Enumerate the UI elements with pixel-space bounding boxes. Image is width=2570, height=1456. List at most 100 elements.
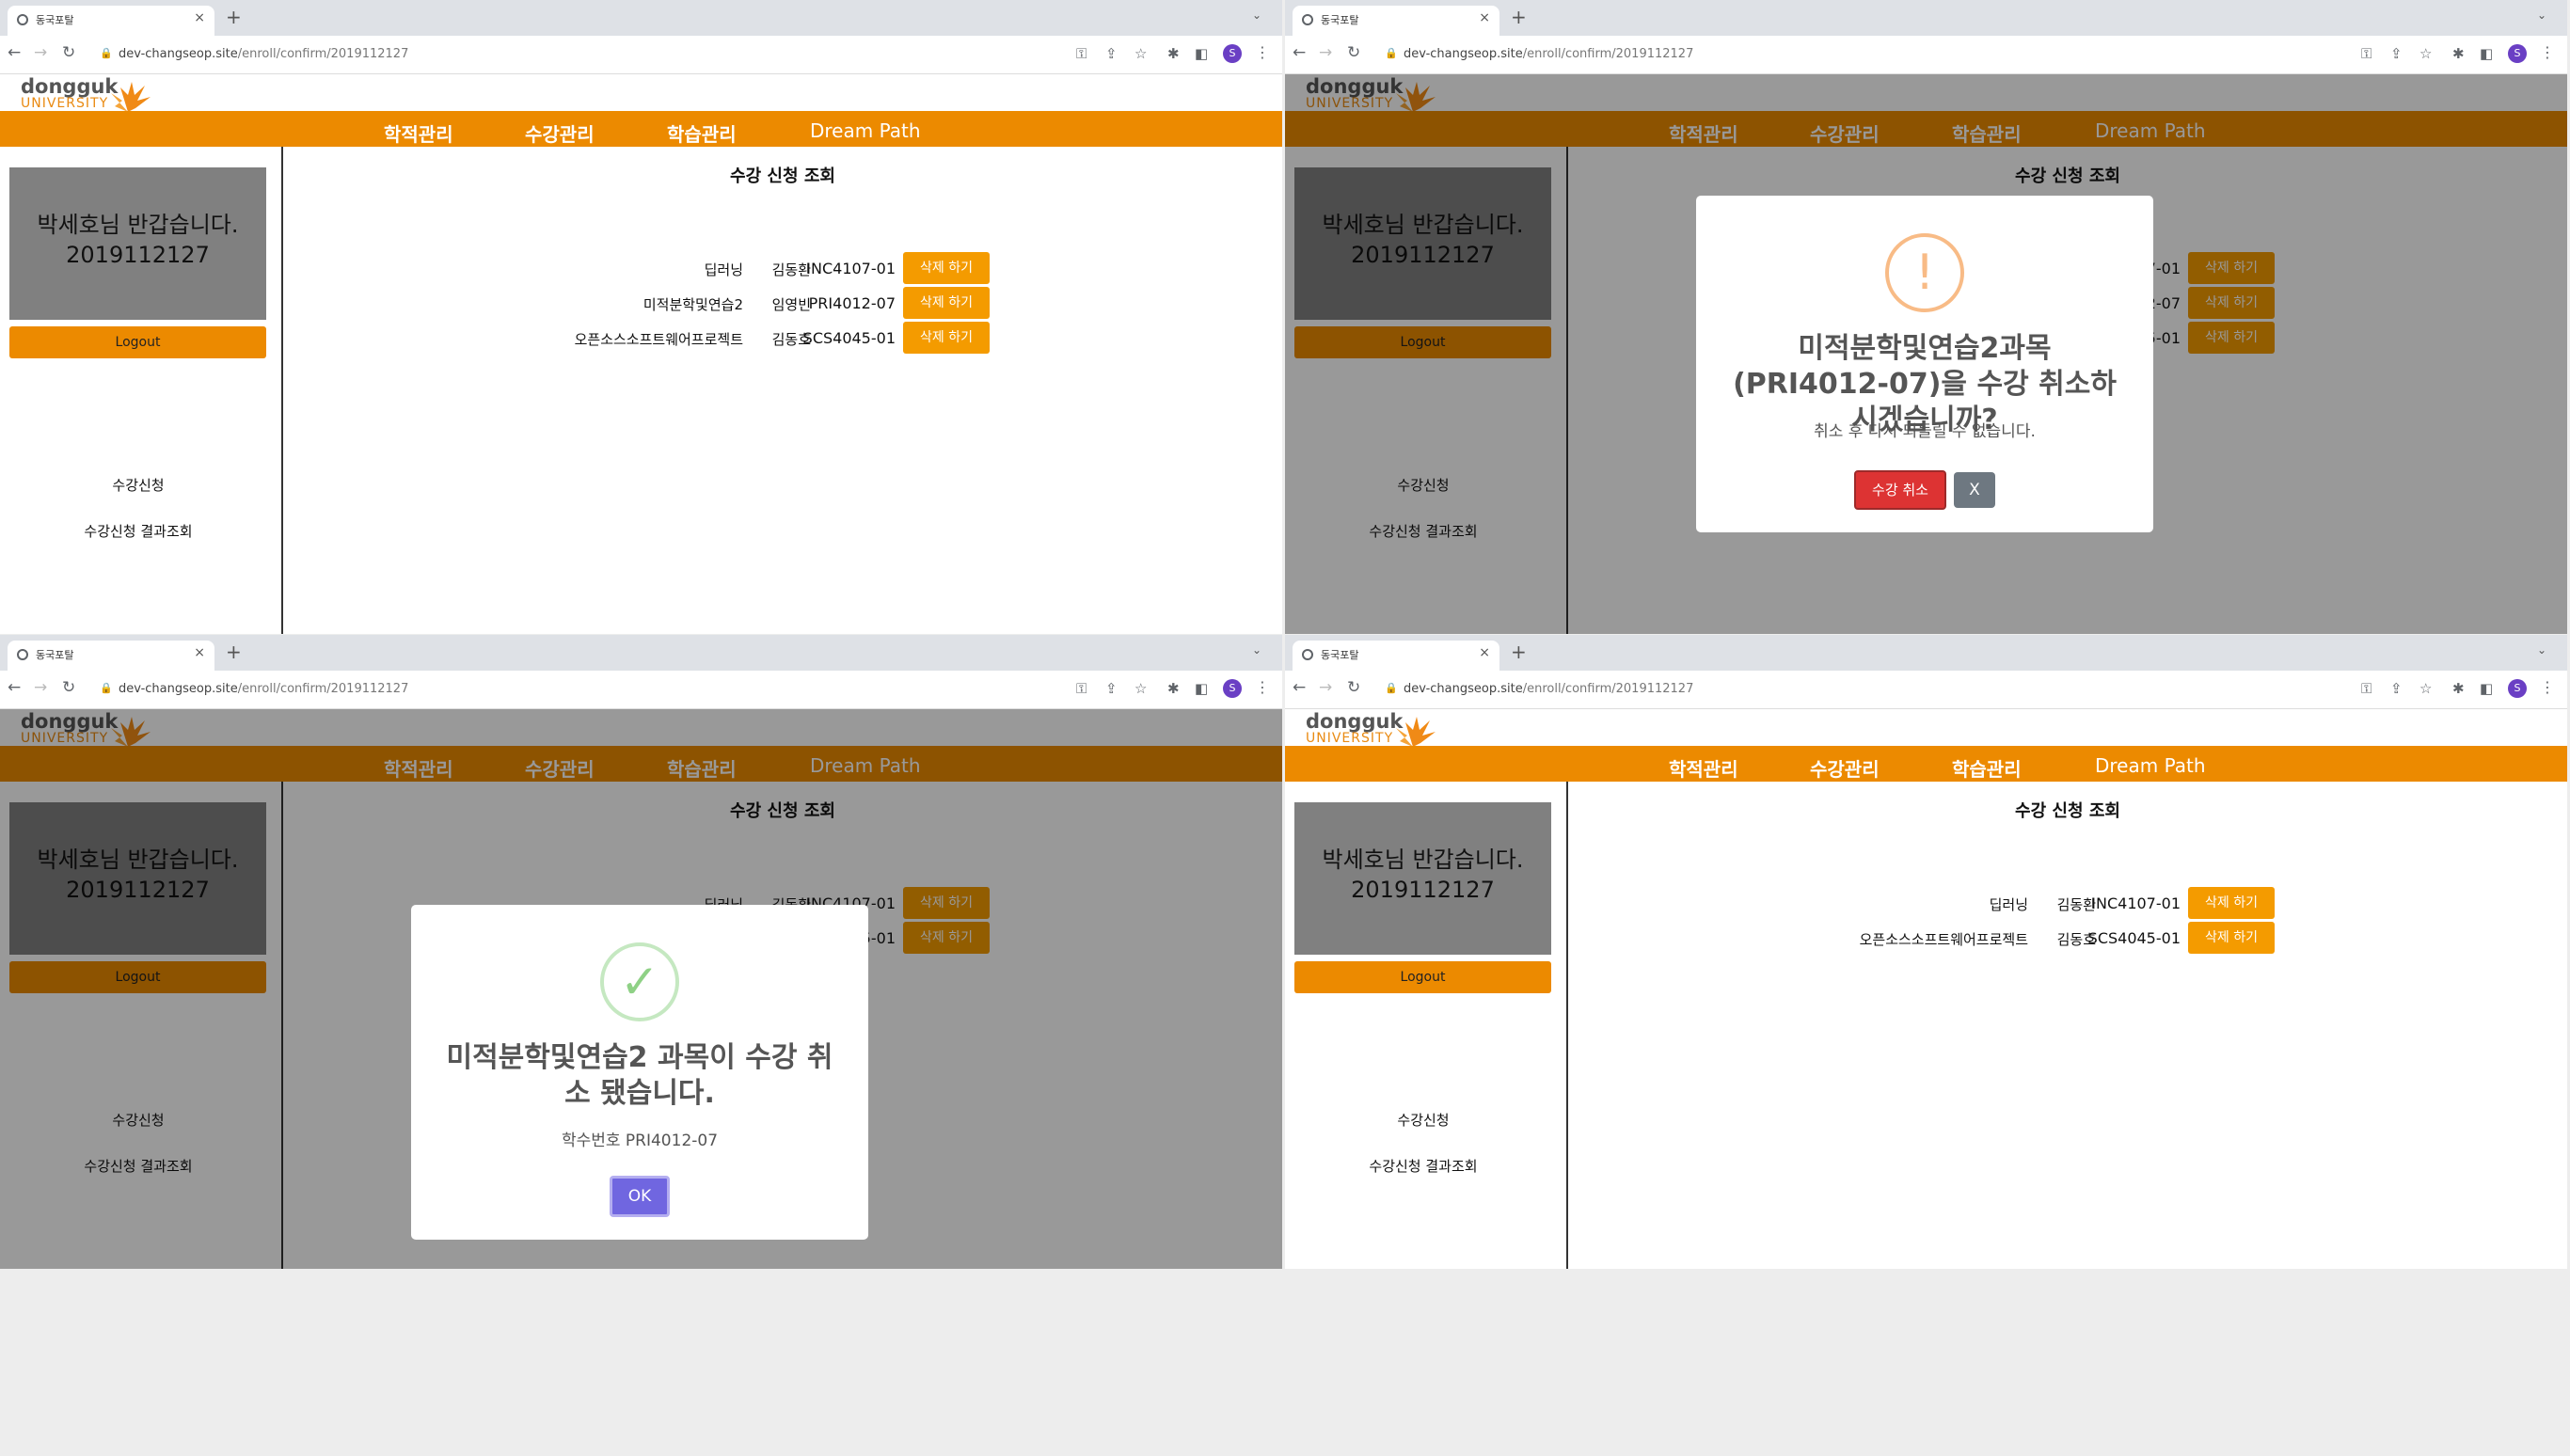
new-tab-button[interactable]: + [226, 6, 242, 28]
menu-dots-icon[interactable]: ⋮ [2540, 43, 2555, 61]
sidebar-item-enroll-results[interactable]: 수강신청 결과조회 [1285, 1156, 1562, 1176]
delete-course-button[interactable]: 삭제 하기 [2188, 887, 2275, 919]
delete-course-button[interactable]: 삭제 하기 [2188, 922, 2275, 954]
logout-button[interactable]: Logout [1294, 961, 1551, 993]
ok-button[interactable]: OK [610, 1176, 670, 1217]
sidepanel-icon[interactable]: ◧ [1195, 45, 1208, 62]
lock-icon[interactable]: 🔒 [1385, 47, 1398, 59]
share-icon[interactable]: ⇪ [1105, 45, 1118, 62]
reload-icon[interactable]: ↻ [62, 678, 75, 697]
browser-tab[interactable]: 동국포탈 × [1293, 641, 1499, 671]
new-tab-button[interactable]: + [226, 641, 242, 663]
back-icon[interactable]: ← [1293, 43, 1306, 62]
star-icon[interactable]: ☆ [2419, 45, 2432, 62]
address-bar[interactable]: 🔒 dev-changseop.site/enroll/confirm/2019… [90, 676, 1031, 703]
browser-toolbar: ← → ↻ 🔒 dev-changseop.site/enroll/confir… [1285, 671, 2567, 709]
confirm-cancel-course-button[interactable]: 수강 취소 [1854, 470, 1946, 510]
nav-course-management[interactable]: 수강관리 [1810, 754, 1880, 782]
nav-academic-records[interactable]: 학적관리 [1669, 754, 1738, 782]
nav-learning-management[interactable]: 학습관리 [667, 119, 737, 147]
globe-icon [1302, 649, 1313, 660]
new-tab-button[interactable]: + [1511, 6, 1527, 28]
chevron-down-icon[interactable]: ⌄ [1252, 8, 1261, 22]
sidebar-item-enroll-results[interactable]: 수강신청 결과조회 [0, 521, 277, 541]
course-code: PRI4012-07 [808, 294, 896, 312]
back-icon[interactable]: ← [8, 43, 21, 62]
browser-toolbar: ← → ↻ 🔒 dev-changseop.site/enroll/confir… [0, 36, 1282, 74]
course-name: 오픈소스소프트웨어프로젝트 [1859, 931, 2028, 948]
extensions-icon[interactable]: ✱ [1167, 45, 1180, 62]
course-code: SCS4045-01 [2087, 929, 2181, 947]
key-icon[interactable]: ⚿ [2361, 45, 2372, 62]
lock-icon[interactable]: 🔒 [100, 682, 113, 694]
nav-learning-management[interactable]: 학습관리 [1952, 754, 2022, 782]
star-icon[interactable]: ☆ [2419, 680, 2432, 697]
address-bar[interactable]: 🔒 dev-changseop.site/enroll/confirm/2019… [1375, 676, 2316, 703]
globe-icon [17, 649, 28, 660]
browser-tab[interactable]: 동국포탈 × [1293, 6, 1499, 36]
tab-close-icon[interactable]: × [194, 645, 205, 660]
extensions-icon[interactable]: ✱ [2452, 45, 2465, 62]
forward-icon[interactable]: → [34, 43, 47, 62]
forward-icon[interactable]: → [34, 678, 47, 697]
logout-button[interactable]: Logout [9, 326, 266, 358]
nav-academic-records[interactable]: 학적관리 [384, 119, 453, 147]
menu-dots-icon[interactable]: ⋮ [2540, 678, 2555, 696]
key-icon[interactable]: ⚿ [1076, 45, 1087, 62]
reload-icon[interactable]: ↻ [62, 43, 75, 62]
extensions-icon[interactable]: ✱ [2452, 680, 2465, 697]
delete-course-button[interactable]: 삭제 하기 [903, 252, 990, 284]
share-icon[interactable]: ⇪ [1105, 680, 1118, 697]
sidepanel-icon[interactable]: ◧ [2480, 45, 2493, 62]
nav-dream-path[interactable]: Dream Path [2095, 754, 2206, 777]
new-tab-button[interactable]: + [1511, 641, 1527, 663]
sidepanel-icon[interactable]: ◧ [1195, 680, 1208, 697]
lock-icon[interactable]: 🔒 [100, 47, 113, 59]
tab-bar: 동국포탈 × + ⌄ [1285, 0, 2567, 36]
reload-icon[interactable]: ↻ [1347, 678, 1360, 697]
dialog-title: 미적분학및연습2 과목이 수강 취소 됐습니다. [446, 1041, 833, 1110]
menu-dots-icon[interactable]: ⋮ [1255, 43, 1270, 61]
chevron-down-icon[interactable]: ⌄ [2537, 8, 2546, 22]
star-icon[interactable]: ☆ [1134, 45, 1147, 62]
tab-close-icon[interactable]: × [1479, 10, 1490, 25]
share-icon[interactable]: ⇪ [2390, 45, 2403, 62]
star-icon[interactable]: ☆ [1134, 680, 1147, 697]
main-content: 수강 신청 조회 딥러닝 김동환 INC4107-01 삭제 하기 미적분학및연… [283, 147, 1282, 634]
key-icon[interactable]: ⚿ [1076, 680, 1087, 697]
profile-avatar[interactable]: S [2508, 44, 2527, 63]
menu-dots-icon[interactable]: ⋮ [1255, 678, 1270, 696]
address-bar[interactable]: 🔒 dev-changseop.site/enroll/confirm/2019… [1375, 41, 2316, 68]
forward-icon[interactable]: → [1319, 678, 1332, 697]
nav-course-management[interactable]: 수강관리 [525, 119, 595, 147]
dongguk-logo[interactable]: dongguk UNIVERSITY [1306, 711, 1436, 747]
share-icon[interactable]: ⇪ [2390, 680, 2403, 697]
back-icon[interactable]: ← [1293, 678, 1306, 697]
sidebar-item-enroll[interactable]: 수강신청 [0, 475, 277, 495]
delete-course-button[interactable]: 삭제 하기 [903, 322, 990, 354]
sidebar-item-enroll[interactable]: 수강신청 [1285, 1110, 1562, 1130]
dongguk-logo[interactable]: dongguk UNIVERSITY [21, 76, 151, 112]
course-list: 딥러닝 김동환 INC4107-01 삭제 하기 오픈소스소프트웨어프로젝트 김… [1568, 782, 2275, 1064]
delete-course-button[interactable]: 삭제 하기 [903, 287, 990, 319]
student-id: 2019112127 [1351, 877, 1495, 903]
lock-icon[interactable]: 🔒 [1385, 682, 1398, 694]
forward-icon[interactable]: → [1319, 43, 1332, 62]
key-icon[interactable]: ⚿ [2361, 680, 2372, 697]
chevron-down-icon[interactable]: ⌄ [1252, 643, 1261, 657]
dialog-close-button[interactable]: X [1954, 472, 1995, 508]
address-bar[interactable]: 🔒 dev-changseop.site/enroll/confirm/2019… [90, 41, 1031, 68]
profile-avatar[interactable]: S [1223, 44, 1242, 63]
chevron-down-icon[interactable]: ⌄ [2537, 643, 2546, 657]
extensions-icon[interactable]: ✱ [1167, 680, 1180, 697]
nav-dream-path[interactable]: Dream Path [810, 119, 921, 142]
reload-icon[interactable]: ↻ [1347, 43, 1360, 62]
tab-close-icon[interactable]: × [1479, 645, 1490, 660]
profile-avatar[interactable]: S [2508, 679, 2527, 698]
back-icon[interactable]: ← [8, 678, 21, 697]
tab-close-icon[interactable]: × [194, 10, 205, 25]
browser-tab[interactable]: 동국포탈 × [8, 6, 214, 36]
sidepanel-icon[interactable]: ◧ [2480, 680, 2493, 697]
browser-tab[interactable]: 동국포탈 × [8, 641, 214, 671]
profile-avatar[interactable]: S [1223, 679, 1242, 698]
